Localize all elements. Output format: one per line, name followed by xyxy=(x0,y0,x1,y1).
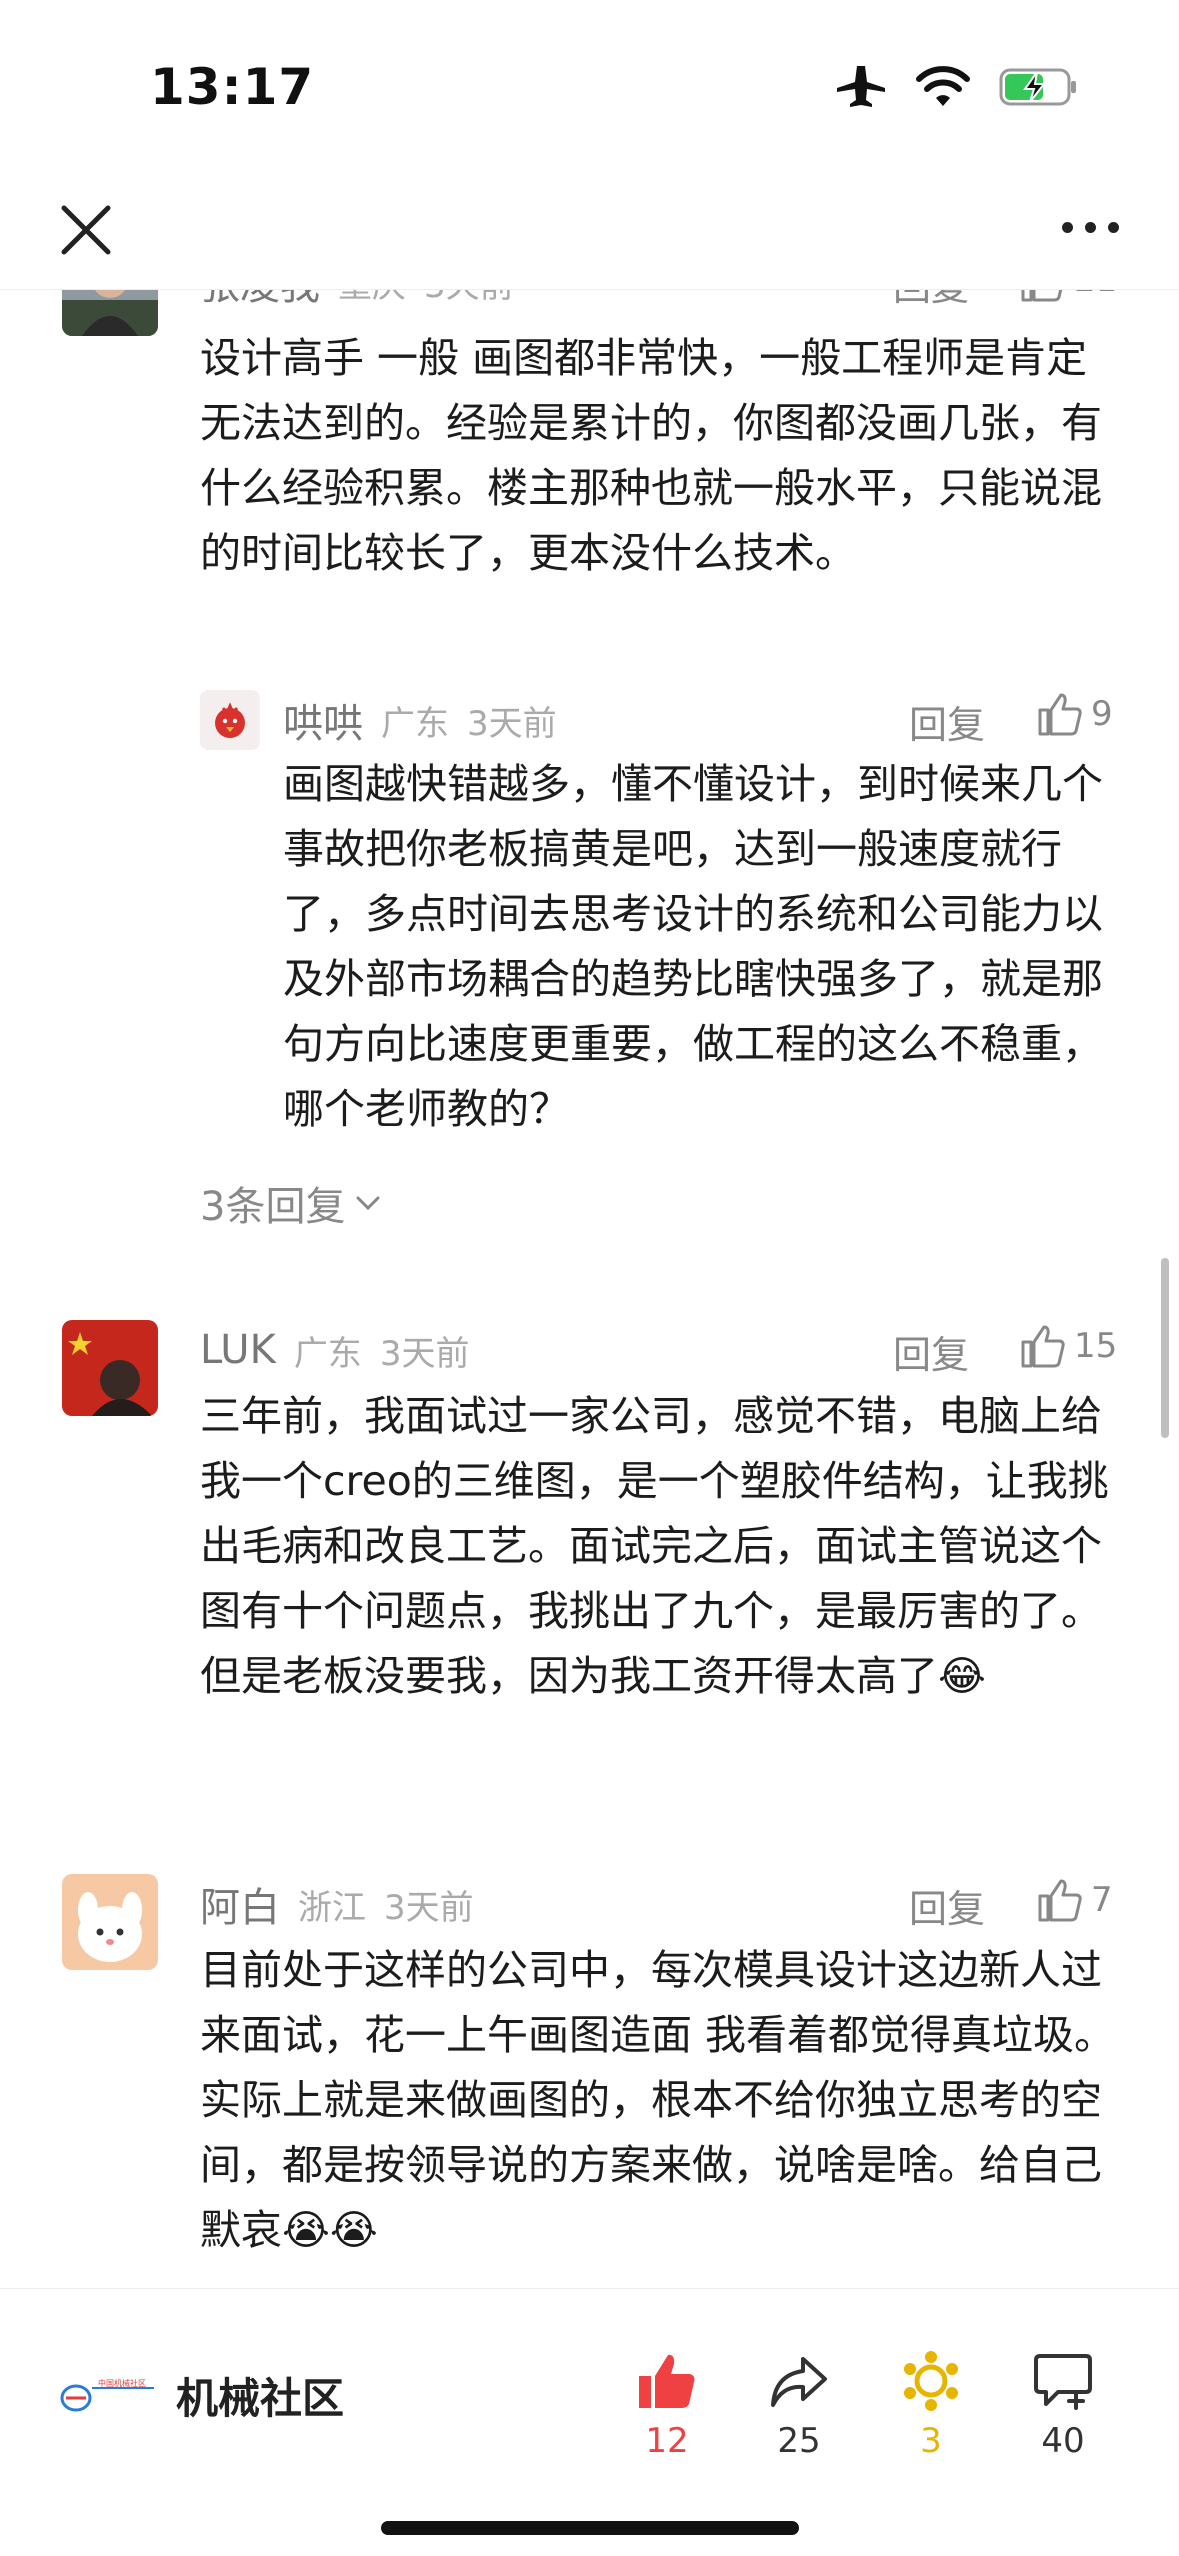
more-replies-button[interactable]: 3条回复 xyxy=(200,1174,381,1232)
thumbs-up-icon xyxy=(1021,290,1063,302)
comment-text: 设计高手 一般 画图都非常快，一般工程师是肯定无法达到的。经验是累计的，你图都没… xyxy=(200,334,1102,577)
comment-text: 三年前，我面试过一家公司，感觉不错，电脑上给我一个creo的三维图，是一个塑胶件… xyxy=(200,1392,1109,1700)
comment-time: 3天前 xyxy=(379,1333,470,1374)
home-indicator[interactable] xyxy=(381,2521,799,2535)
star-icon xyxy=(904,2351,958,2411)
thumbs-up-icon xyxy=(1021,1325,1065,1368)
like-count: 7 xyxy=(1091,1880,1113,1920)
reply-button[interactable]: 回复 xyxy=(893,290,969,311)
like-count: 21 xyxy=(1074,290,1117,300)
commenter-name[interactable]: 张凌我 xyxy=(200,290,320,311)
comment-text: 目前处于这样的公司中，每次模具设计这边新人过来面试，花一上午画图造面 我看着都觉… xyxy=(200,1946,1116,2254)
like-button[interactable]: 7 xyxy=(1037,1878,1113,1922)
commenter-location: 重庆 xyxy=(338,290,406,307)
comment-count: 40 xyxy=(1041,2421,1085,2461)
thumbs-up-icon xyxy=(639,2354,695,2408)
brand[interactable]: 中国机械社区 机械社区 xyxy=(58,2365,344,2426)
commenter-location: 广东 xyxy=(381,703,449,744)
comment-list: 张凌我 重庆 3天前 回复 21 设计高手 一般 画图都非常快，一般工程师是肯定… xyxy=(0,290,1179,2288)
share-count: 25 xyxy=(777,2421,821,2461)
close-icon[interactable] xyxy=(58,202,114,258)
sub-reply-meta: 哄哄 广东 3天前 xyxy=(283,691,557,749)
avatar[interactable] xyxy=(200,690,260,750)
status-icons xyxy=(835,64,1079,110)
comment-meta: 张凌我 重庆 3天前 xyxy=(200,290,514,311)
like-post-button[interactable]: 12 xyxy=(612,2349,722,2461)
like-button[interactable]: 21 xyxy=(1020,290,1117,302)
status-time: 13:17 xyxy=(150,58,315,116)
comment-time: 3天前 xyxy=(424,290,514,307)
avatar[interactable] xyxy=(62,1874,158,1970)
reply-button[interactable]: 回复 xyxy=(909,694,985,749)
brand-logo: 中国机械社区 xyxy=(60,2378,154,2411)
comment-button[interactable]: 40 xyxy=(1008,2349,1118,2461)
sub-reply-text: 画图越快错越多，懂不懂设计，到时候来几个事故把你老板搞黄是吧，达到一般速度就行了… xyxy=(283,760,1103,1133)
share-icon xyxy=(771,2357,827,2407)
like-button[interactable]: 15 xyxy=(1020,1324,1117,1368)
reply-button[interactable]: 回复 xyxy=(909,1878,985,1933)
avatar[interactable] xyxy=(62,290,158,336)
status-bar: 13:17 xyxy=(0,0,1179,170)
battery-charging-icon xyxy=(999,68,1076,106)
comment-meta: LUK 广东 3天前 xyxy=(200,1324,469,1376)
share-button[interactable]: 25 xyxy=(744,2349,854,2461)
commenter-location: 浙江 xyxy=(298,1887,366,1928)
thumbs-up-icon xyxy=(1038,693,1082,736)
wifi-icon xyxy=(916,66,970,106)
brand-logo-text: 中国机械社区 xyxy=(98,2378,146,2388)
commenter-location: 广东 xyxy=(293,1333,362,1374)
nav-bar xyxy=(0,170,1179,290)
chevron-down-icon xyxy=(356,1196,380,1211)
more-icon[interactable] xyxy=(1062,222,1119,233)
commenter-name[interactable]: 阿白 xyxy=(200,1875,280,1933)
commenter-name[interactable]: LUK xyxy=(200,1327,276,1373)
reply-button[interactable]: 回复 xyxy=(893,1324,969,1379)
comment-icon xyxy=(1034,2354,1092,2410)
like-count: 12 xyxy=(645,2421,689,2461)
like-button[interactable]: 9 xyxy=(1037,692,1113,736)
more-replies-label: 3条回复 xyxy=(200,1184,346,1230)
favorite-button[interactable]: 3 xyxy=(876,2349,986,2461)
airplane-icon xyxy=(837,66,885,107)
like-count: 9 xyxy=(1091,694,1113,734)
like-count: 15 xyxy=(1074,1326,1118,1366)
comment-meta: 阿白 浙江 3天前 xyxy=(200,1875,474,1933)
comment-time: 3天前 xyxy=(384,1887,474,1928)
brand-name: 机械社区 xyxy=(176,2374,345,2423)
avatar[interactable] xyxy=(62,1320,158,1416)
commenter-name[interactable]: 哄哄 xyxy=(283,691,363,749)
thumbs-up-icon xyxy=(1038,1879,1082,1922)
comment-time: 3天前 xyxy=(467,703,557,744)
bottom-action-bar: 中国机械社区 机械社区 12 25 3 40 xyxy=(0,2288,1179,2556)
favorite-count: 3 xyxy=(920,2421,942,2461)
scrollbar[interactable] xyxy=(1161,1258,1169,1438)
